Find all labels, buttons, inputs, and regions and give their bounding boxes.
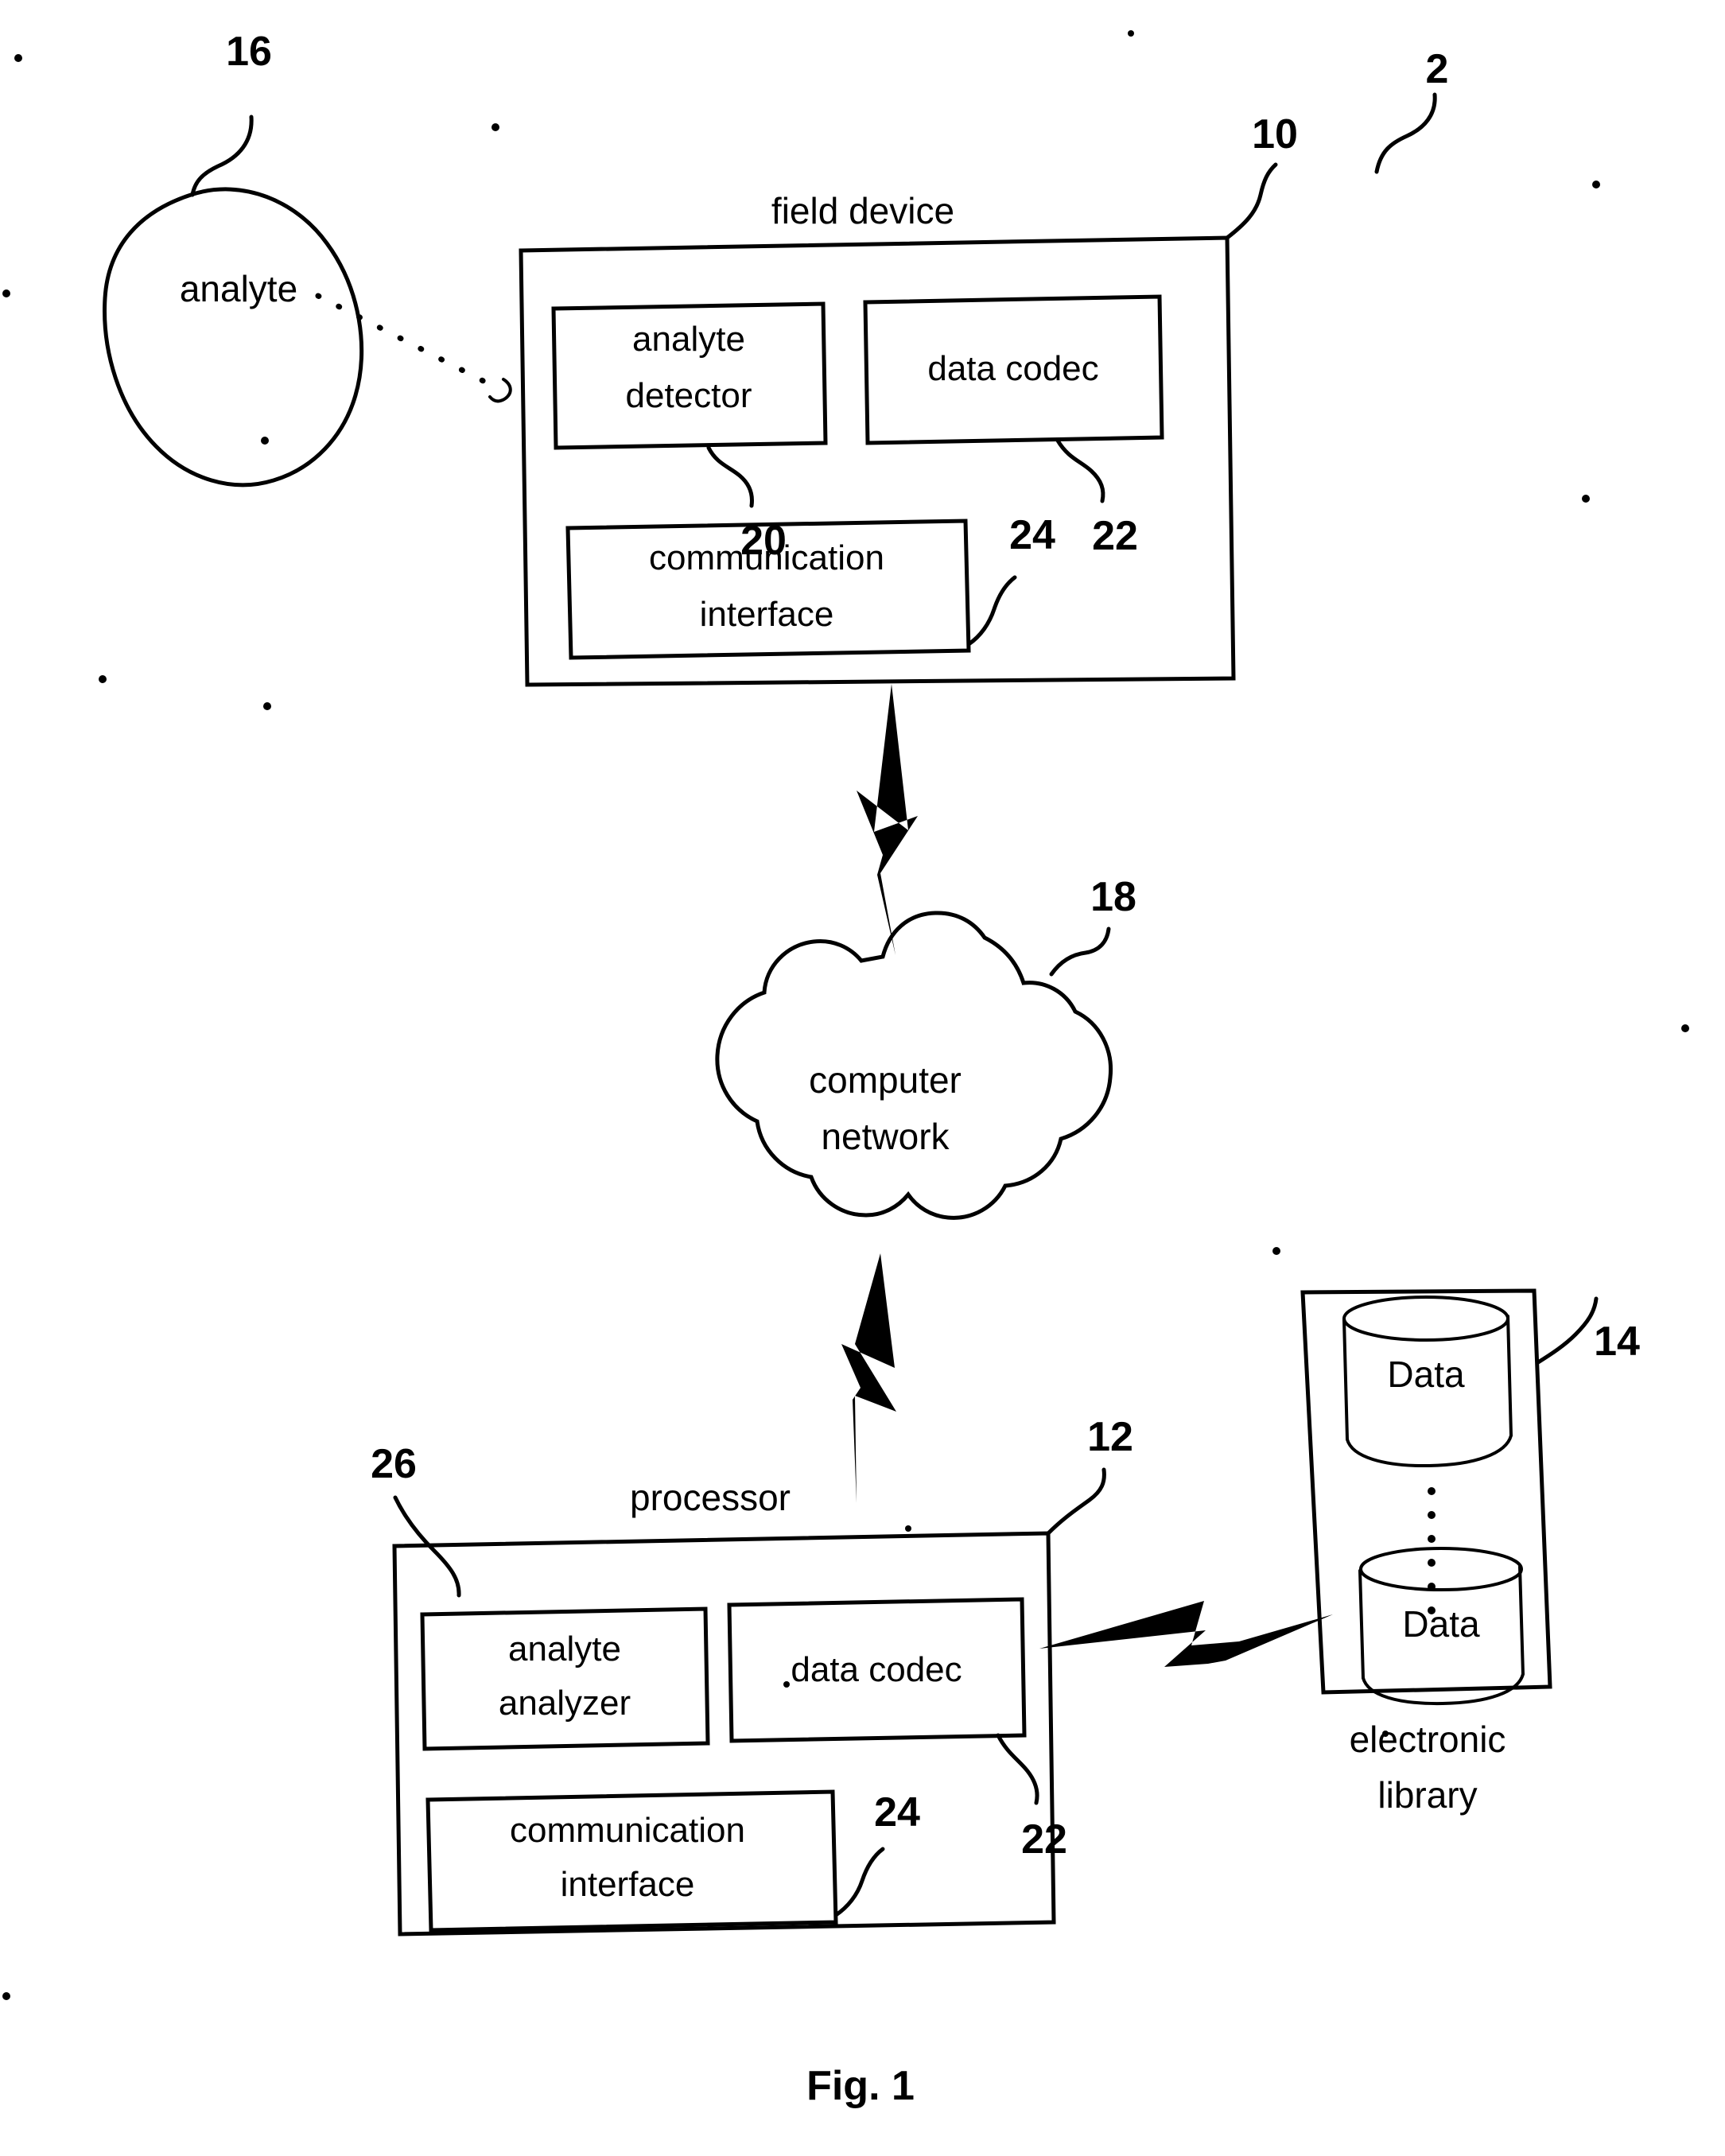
comm-interface-label-line1-field: communication (649, 538, 884, 577)
lightning-bolt-processor-to-library (1039, 1601, 1333, 1667)
comm-interface-label-line2-processor: interface (561, 1865, 695, 1904)
ref-number-10: 10 (1252, 111, 1298, 157)
field-device-label: field device (771, 190, 954, 231)
ref-number-24-processor: 24 (874, 1789, 920, 1836)
lightning-bolt-field-to-network (857, 684, 918, 955)
ref-18-leader (1049, 926, 1111, 977)
analyte-to-field-device-connector (315, 293, 512, 403)
ref-number-16: 16 (226, 29, 272, 75)
ref-number-2: 2 (1426, 46, 1449, 92)
ref-24-leader-field (966, 575, 1017, 647)
computer-network-label-line2: network (821, 1116, 950, 1157)
analyte-analyzer-label-line2: analyzer (499, 1684, 631, 1723)
figure-caption: Fig. 1 (806, 2063, 915, 2109)
computer-network-label-line1: computer (809, 1059, 962, 1101)
lightning-bolt-network-to-processor (841, 1253, 896, 1503)
ref-24-leader-processor (833, 1847, 885, 1917)
ref-number-18: 18 (1090, 874, 1136, 920)
electronic-library-label-line2: library (1377, 1774, 1477, 1816)
patent-figure: 16 analyte field device 10 analyte detec… (0, 0, 1725, 2156)
processor-label: processor (630, 1477, 791, 1518)
ref-number-14: 14 (1594, 1319, 1640, 1365)
comm-interface-label-line1-processor: communication (510, 1811, 745, 1850)
ref-12-leader (1046, 1467, 1106, 1536)
figure-canvas: 16 analyte field device 10 analyte detec… (2, 29, 1689, 2109)
analyte-detector-label-line2: detector (626, 376, 752, 415)
comm-interface-label-line2-field: interface (700, 595, 834, 634)
ref-10-leader (1225, 162, 1278, 240)
data-codec-label-field: data codec (927, 349, 1098, 388)
data-store-bottom-label: Data (1402, 1603, 1480, 1645)
ref-22-leader-processor (996, 1733, 1039, 1805)
ref-number-22-processor: 22 (1021, 1816, 1067, 1863)
ref-16-leader (190, 115, 254, 197)
ref-number-22-field: 22 (1092, 513, 1138, 559)
data-store-top-label: Data (1387, 1354, 1465, 1395)
ref-14-leader (1536, 1296, 1599, 1365)
analyte-detector-label-line1: analyte (632, 320, 745, 359)
ref-22-leader-field (1055, 438, 1105, 503)
ref-20-leader (706, 445, 754, 508)
ref-number-24-field: 24 (1009, 512, 1055, 558)
field-device-box[interactable] (519, 235, 1236, 687)
processor-box[interactable] (392, 1531, 1056, 1937)
ref-2-leader (1374, 92, 1437, 174)
electronic-library-label-line1: electronic (1350, 1719, 1506, 1760)
data-codec-label-processor: data codec (791, 1650, 962, 1689)
ref-number-26: 26 (371, 1441, 417, 1487)
ref-number-12: 12 (1087, 1414, 1133, 1460)
analyte-label: analyte (180, 268, 297, 309)
analyte-node[interactable] (103, 187, 364, 488)
analyte-analyzer-label-line1: analyte (508, 1630, 621, 1668)
library-ellipsis (1428, 1487, 1436, 1614)
